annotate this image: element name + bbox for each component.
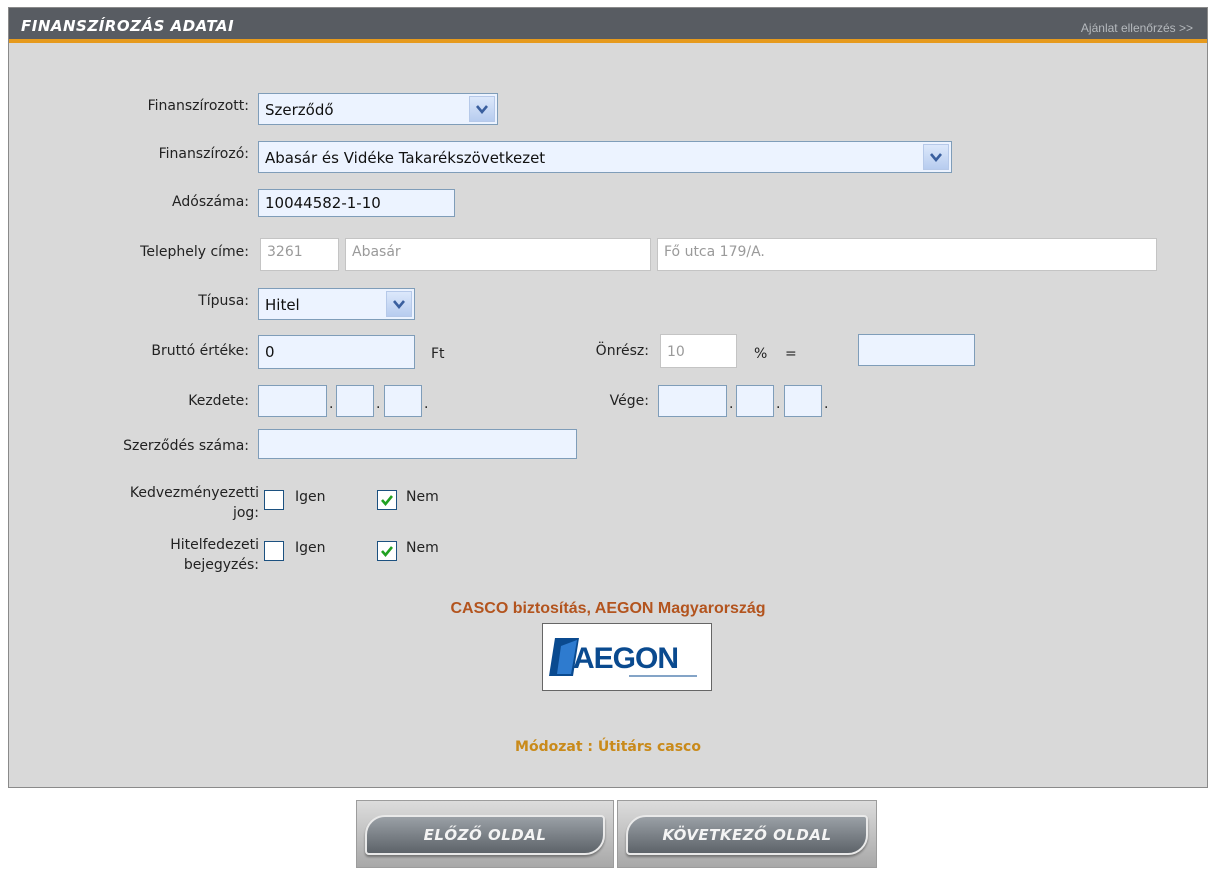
chevron-down-icon[interactable] xyxy=(469,96,495,122)
next-page-label: KÖVETKEZŐ OLDAL xyxy=(662,826,832,844)
panel-title: FINANSZÍROZÁS ADATAI xyxy=(21,17,235,35)
deductible-amount-input[interactable] xyxy=(858,334,975,366)
date-separator: . xyxy=(424,396,429,412)
financier-label: Finanszírozó: xyxy=(158,146,249,162)
equals-sign: = xyxy=(785,346,797,362)
beneficiary-no-checkbox[interactable] xyxy=(377,490,397,510)
credit-cover-yes-checkbox[interactable] xyxy=(264,541,284,561)
start-date-label: Kezdete: xyxy=(188,393,249,409)
financier-value: Abasár és Vidéke Takarékszövetkezet xyxy=(265,149,546,167)
aegon-logo: AEGON xyxy=(542,623,712,691)
financing-panel: FINANSZÍROZÁS ADATAI Ajánlat ellenőrzés … xyxy=(8,7,1208,788)
end-date-label: Vége: xyxy=(609,393,649,409)
financier-select[interactable]: Abasár és Vidéke Takarékszövetkezet xyxy=(258,141,952,173)
previous-page-label: ELŐZŐ OLDAL xyxy=(423,826,547,844)
credit-cover-no-label: Nem xyxy=(406,540,439,556)
date-separator: . xyxy=(376,396,381,412)
credit-cover-yes-label: Igen xyxy=(295,540,326,556)
deductible-label: Önrész: xyxy=(595,343,649,359)
end-month-input[interactable] xyxy=(736,385,774,417)
modozat-text: Módozat : Útitárs casco xyxy=(515,739,701,755)
check-icon xyxy=(381,495,394,507)
date-separator: . xyxy=(729,396,734,412)
previous-page-button-face[interactable]: ELŐZŐ OLDAL xyxy=(365,815,605,855)
credit-cover-label-line2: bejegyzés: xyxy=(183,557,259,573)
site-address-label: Telephely címe: xyxy=(140,244,249,260)
beneficiary-yes-checkbox[interactable] xyxy=(264,490,284,510)
date-separator: . xyxy=(329,396,334,412)
zip-input[interactable]: 3261 xyxy=(260,238,339,271)
panel-header: FINANSZÍROZÁS ADATAI Ajánlat ellenőrzés … xyxy=(9,8,1207,43)
end-year-input[interactable] xyxy=(658,385,727,417)
gross-value-label: Bruttó értéke: xyxy=(151,343,249,359)
gross-value-input[interactable]: 0 xyxy=(258,335,415,369)
end-day-input[interactable] xyxy=(784,385,822,417)
previous-page-button[interactable]: ELŐZŐ OLDAL xyxy=(356,800,614,868)
financed-value: Szerződő xyxy=(265,101,334,119)
next-page-button-face[interactable]: KÖVETKEZŐ OLDAL xyxy=(626,815,868,855)
type-value: Hitel xyxy=(265,296,300,314)
currency-unit: Ft xyxy=(431,346,445,362)
start-month-input[interactable] xyxy=(336,385,374,417)
tax-number-label: Adószáma: xyxy=(172,194,249,210)
beneficiary-yes-label: Igen xyxy=(295,489,326,505)
percent-sign: % xyxy=(754,346,768,362)
credit-cover-no-checkbox[interactable] xyxy=(377,541,397,561)
aegon-logo-text: AEGON xyxy=(573,642,678,675)
city-input[interactable]: Abasár xyxy=(345,238,651,271)
date-separator: . xyxy=(824,396,829,412)
start-year-input[interactable] xyxy=(258,385,327,417)
check-icon xyxy=(381,546,394,558)
insurance-product-line: CASCO biztosítás, AEGON Magyarország xyxy=(450,600,766,617)
type-select[interactable]: Hitel xyxy=(258,288,415,320)
next-page-button[interactable]: KÖVETKEZŐ OLDAL xyxy=(617,800,877,868)
credit-cover-label-line1: Hitelfedezeti xyxy=(170,537,259,553)
chevron-down-icon[interactable] xyxy=(923,144,949,170)
start-day-input[interactable] xyxy=(384,385,422,417)
street-input[interactable]: Fő utca 179/A. xyxy=(657,238,1157,271)
type-label: Típusa: xyxy=(198,293,249,309)
tax-number-input[interactable]: 10044582-1-10 xyxy=(258,189,455,217)
beneficiary-label-line1: Kedvezményezetti xyxy=(129,485,259,501)
contract-number-input[interactable] xyxy=(258,429,577,459)
chevron-down-icon[interactable] xyxy=(386,291,412,317)
beneficiary-no-label: Nem xyxy=(406,489,439,505)
beneficiary-label-line2: jog: xyxy=(232,505,259,521)
financed-select[interactable]: Szerződő xyxy=(258,93,498,125)
financed-label: Finanszírozott: xyxy=(147,98,249,114)
deductible-percent-input[interactable]: 10 xyxy=(660,334,737,368)
date-separator: . xyxy=(776,396,781,412)
aegon-logo-mark: AEGON xyxy=(549,638,697,677)
offer-check-link[interactable]: Ajánlat ellenőrzés >> xyxy=(1081,21,1193,35)
contract-number-label: Szerződés száma: xyxy=(123,438,249,454)
